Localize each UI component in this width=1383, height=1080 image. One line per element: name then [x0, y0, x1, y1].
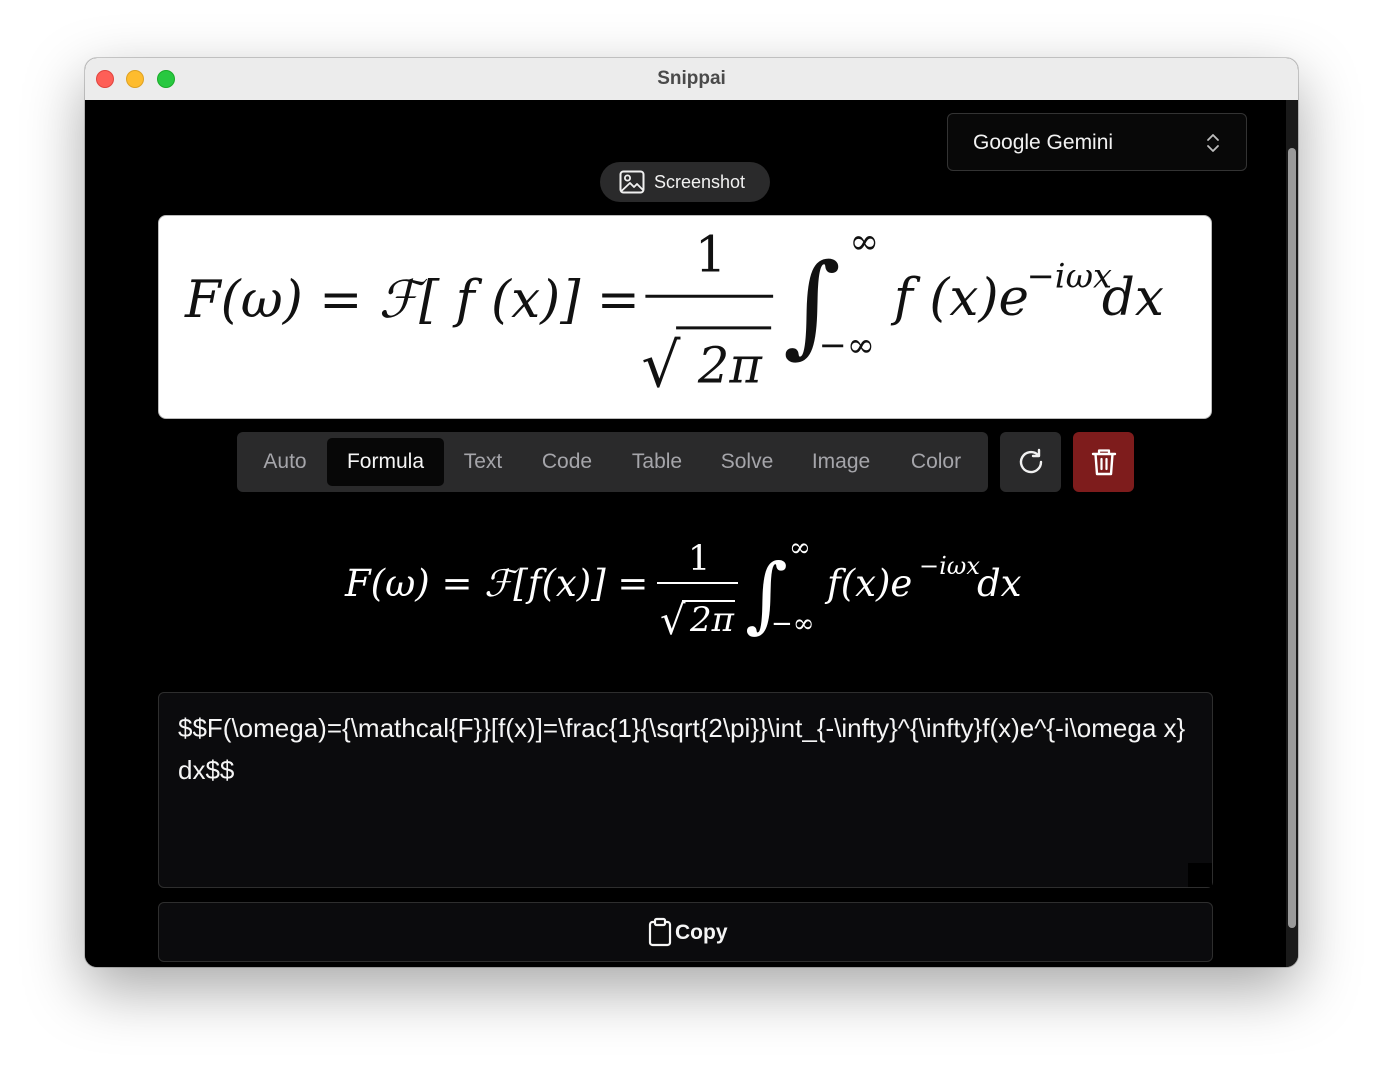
screenshot-button-label: Screenshot — [654, 172, 746, 192]
title-bar: Snippai — [85, 58, 1298, 101]
rendered-radical: √ — [660, 598, 686, 644]
tab-code[interactable]: Code — [528, 438, 606, 486]
preview-body: f (x)e — [890, 268, 1029, 328]
trash-icon — [1091, 449, 1117, 476]
tab-formula[interactable]: Formula — [327, 438, 444, 486]
rendered-exponent: −iωx — [919, 552, 980, 580]
tab-image[interactable]: Image — [800, 438, 882, 486]
rendered-body: f(x)e — [824, 562, 912, 605]
preview-dx: dx — [1102, 268, 1164, 328]
mode-tabs: Auto Formula Text Code Table Solve Image… — [237, 432, 988, 492]
rendered-formula: F(ω) = ℱ[f(x)] = 1 √ 2π ∫ ∞ −∞ f(x)e −iω… — [344, 534, 1022, 644]
image-icon — [619, 170, 645, 194]
preview-exponent: −iωx — [1027, 256, 1112, 295]
screenshot-preview: F(ω) = ℱ[ f (x)] = 1 √ 2π ∫ ∞ −∞ f (x)e … — [158, 215, 1212, 419]
preview-radical: √ — [641, 330, 681, 401]
rendered-numerator: 1 — [688, 539, 710, 579]
preview-numerator: 1 — [695, 225, 727, 283]
model-select[interactable]: Google Gemini — [947, 113, 1247, 171]
rendered-dx: dx — [977, 562, 1022, 605]
delete-button[interactable] — [1073, 432, 1134, 492]
model-select-value: Google Gemini — [973, 131, 1114, 154]
tab-auto[interactable]: Auto — [251, 438, 319, 486]
resize-handle[interactable] — [1188, 863, 1212, 887]
preview-radicand: 2π — [697, 336, 763, 394]
preview-formula-image: F(ω) = ℱ[ f (x)] = 1 √ 2π ∫ ∞ −∞ f (x)e … — [184, 222, 1164, 402]
preview-upper-limit: ∞ — [849, 222, 879, 263]
copy-button-label: Copy — [675, 921, 728, 944]
tab-table[interactable]: Table — [621, 438, 693, 486]
chevron-up-down-icon — [1207, 134, 1219, 152]
refresh-icon — [1019, 448, 1043, 474]
tab-color[interactable]: Color — [900, 438, 972, 486]
screenshot-button[interactable]: Screenshot — [600, 162, 770, 202]
refresh-button[interactable] — [1000, 432, 1061, 492]
main-content: Google Gemini Screenshot F(ω) = ℱ[ f (x)… — [85, 100, 1286, 967]
scrollbar[interactable] — [1286, 100, 1298, 967]
window-title: Snippai — [657, 68, 726, 89]
rendered-radicand: 2π — [689, 600, 735, 640]
latex-output-text: $$F(\omega)={\mathcal{F}}[f(x)]=\frac{1}… — [178, 713, 1186, 785]
tab-text[interactable]: Text — [453, 438, 513, 486]
scrollbar-thumb[interactable] — [1288, 148, 1296, 928]
tab-solve[interactable]: Solve — [711, 438, 783, 486]
rendered-lhs: F(ω) = ℱ[f(x)] = — [344, 562, 648, 605]
latex-output-textarea[interactable]: $$F(\omega)={\mathcal{F}}[f(x)]=\frac{1}… — [158, 692, 1213, 888]
rendered-upper-limit: ∞ — [789, 534, 811, 563]
app-window: Snippai Google Gemini Screenshot F(ω) = … — [85, 58, 1298, 967]
clipboard-icon — [648, 917, 672, 947]
copy-button[interactable]: Copy — [158, 902, 1213, 962]
rendered-lower-limit: −∞ — [771, 609, 814, 639]
preview-lower-limit: −∞ — [819, 326, 875, 365]
preview-lhs: F(ω) = ℱ[ f (x)] = — [184, 270, 640, 330]
